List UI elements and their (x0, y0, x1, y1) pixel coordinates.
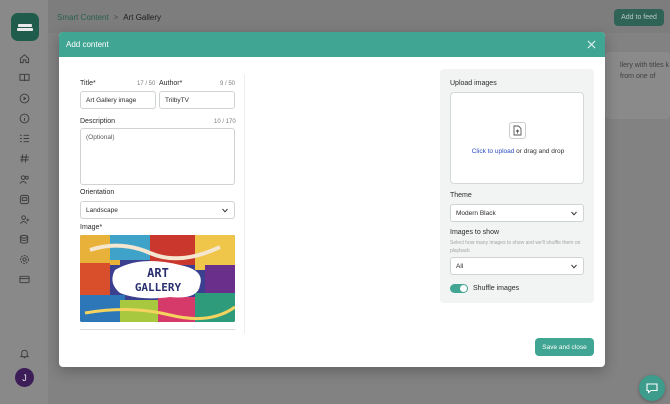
orientation-label: Orientation (80, 189, 115, 196)
description-textarea[interactable]: (Optional) (80, 128, 235, 185)
hashtag-icon[interactable] (19, 153, 30, 164)
breadcrumb-separator: > (113, 13, 119, 22)
bell-icon[interactable] (19, 348, 30, 359)
images-to-show-help: Select how many images to show and we'll… (450, 240, 581, 254)
upload-label: Upload images (450, 80, 497, 87)
file-upload-icon (509, 122, 526, 139)
database-icon[interactable] (19, 234, 30, 245)
info-icon[interactable] (19, 113, 30, 124)
chevron-down-icon (571, 211, 577, 216)
app-logo[interactable] (11, 13, 39, 41)
play-icon[interactable] (19, 93, 30, 104)
images-to-show-value: All (456, 262, 464, 270)
art-text-line2: GALLERY (135, 281, 182, 294)
author-counter: 9 / 50 (220, 81, 236, 87)
art-text-line1: ART (147, 266, 169, 280)
image-preview[interactable]: ART GALLERY (80, 235, 235, 322)
theme-select[interactable]: Modern Black (450, 204, 584, 222)
close-icon[interactable] (587, 40, 596, 49)
users-icon[interactable] (19, 174, 30, 185)
orientation-select[interactable]: Landscape (80, 201, 235, 219)
add-to-feed-button[interactable]: Add to feed (614, 9, 664, 26)
monitor-icon[interactable] (19, 194, 30, 205)
modal-title: Add content (66, 40, 109, 49)
orientation-value: Landscape (86, 206, 118, 214)
gear-icon[interactable] (19, 254, 30, 265)
theme-label: Theme (450, 192, 472, 199)
home-icon[interactable] (19, 53, 30, 64)
theme-value: Modern Black (456, 209, 496, 217)
breadcrumb-parent[interactable]: Smart Content (57, 13, 109, 22)
modal-header: Add content (59, 32, 605, 57)
image-settings-panel: Upload images Click to upload or drag an… (440, 69, 594, 303)
chat-icon (646, 383, 658, 394)
chevron-down-icon (222, 208, 228, 213)
breadcrumb-current: Art Gallery (123, 13, 162, 22)
chat-button[interactable] (639, 375, 665, 401)
divider (80, 329, 235, 330)
user-add-icon[interactable] (19, 214, 30, 225)
background-card-text: llery with titles k from one of (620, 62, 670, 80)
author-input[interactable]: TrilbyTV (159, 91, 235, 109)
sidebar: J (0, 0, 48, 404)
card-icon[interactable] (19, 274, 30, 285)
click-to-upload-link[interactable]: Click to upload (472, 148, 515, 155)
author-label: Author* (159, 80, 183, 87)
images-to-show-label: Images to show (450, 229, 500, 236)
add-content-modal: Add content Title* 17 / 50 Art Gallery i… (59, 32, 605, 367)
column-divider (244, 74, 245, 334)
save-and-close-button[interactable]: Save and close (535, 338, 594, 356)
title-counter: 17 / 50 (137, 81, 156, 87)
image-label: Image* (80, 224, 103, 231)
list-icon[interactable] (19, 133, 30, 144)
chevron-down-icon (571, 264, 577, 269)
avatar[interactable]: J (15, 368, 34, 387)
upload-dropzone[interactable]: Click to upload or drag and drop (450, 92, 584, 184)
book-icon[interactable] (19, 72, 30, 83)
description-label: Description (80, 118, 116, 125)
breadcrumb: Smart Content > Art Gallery (57, 13, 161, 22)
toggle-knob (460, 285, 467, 292)
title-label: Title* (80, 80, 96, 87)
shuffle-toggle[interactable] (450, 284, 468, 293)
upload-instructions: Click to upload or drag and drop (471, 148, 565, 155)
images-to-show-select[interactable]: All (450, 257, 584, 275)
description-counter: 10 / 170 (214, 119, 236, 125)
shuffle-label: Shuffle images (473, 285, 520, 292)
title-input[interactable]: Art Gallery image (80, 91, 156, 109)
